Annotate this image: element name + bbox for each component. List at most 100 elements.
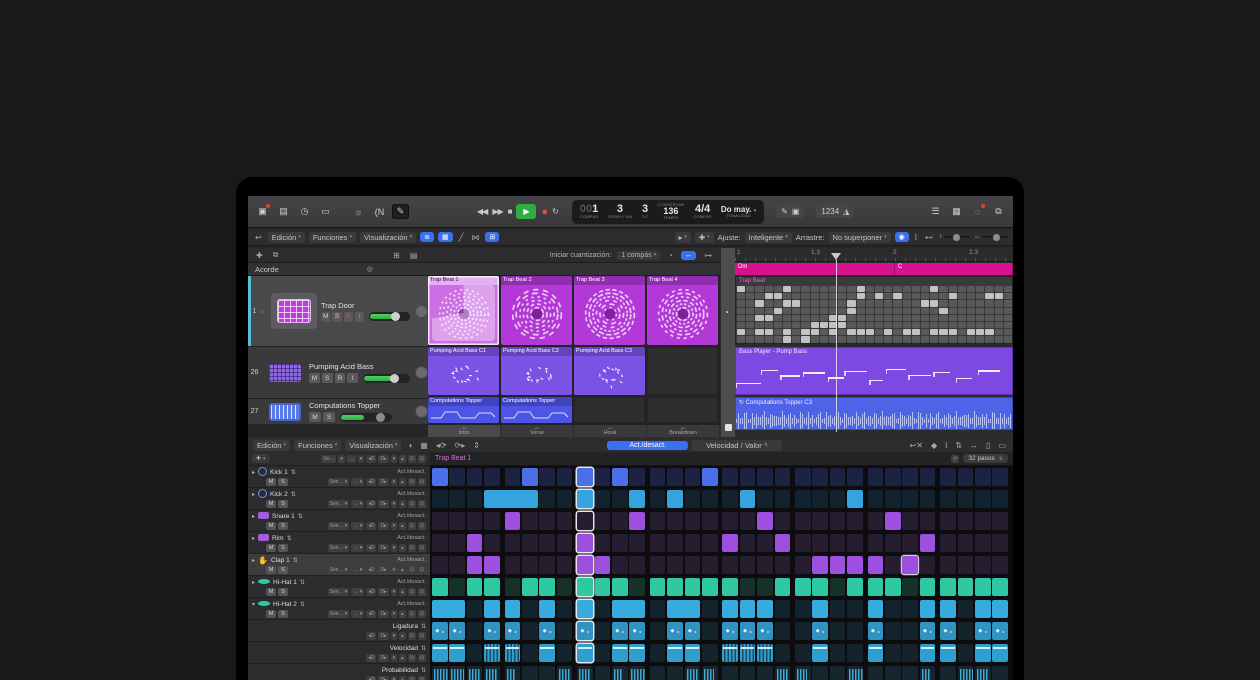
step-cell[interactable] [557,512,573,530]
subrow-stepper[interactable]: ⇅ [421,623,426,630]
step-cell[interactable] [432,666,448,680]
step-cell[interactable] [557,556,573,574]
step-cell[interactable] [992,556,1008,574]
step-cell[interactable] [467,468,483,486]
step-cell[interactable] [467,644,483,662]
seq-header-ctrl-8[interactable]: ⊡ [408,455,416,463]
step-cell[interactable] [812,512,828,530]
row-direction-select[interactable]: → ▾ [351,610,364,618]
step-cell[interactable]: ◆▸ [940,622,956,640]
step-cell[interactable] [885,468,901,486]
seq-header-ctrl-1[interactable]: ▾ [338,455,345,463]
step-cell[interactable] [449,666,465,680]
edit-mode-value-select[interactable]: Velocidad / Valor⇅ [692,440,782,451]
play-button[interactable]: ▶ [516,204,536,219]
step-cell[interactable] [958,666,974,680]
step-cell[interactable] [557,490,573,508]
step-cell[interactable] [958,468,974,486]
pointer-tool-chip[interactable]: ▸▾ [675,232,691,243]
step-cell[interactable] [740,556,756,574]
step-cell[interactable] [940,644,956,662]
track-header-computations-topper[interactable]: 27Computations TopperMS [248,399,428,425]
step-cell[interactable]: ◆▸ [577,622,593,640]
step-cell[interactable]: ◆▸ [505,622,521,640]
row-stepper[interactable]: ⇅ [287,535,292,542]
step-cell[interactable] [505,468,521,486]
step-cell[interactable] [557,534,573,552]
snap-select[interactable]: Inteligente▾ [745,232,792,243]
crosshair-tool-chip[interactable]: ✚▾ [695,232,714,243]
step-cell[interactable] [992,600,1008,618]
step-cell[interactable] [595,622,611,640]
row-solo-button[interactable]: S [278,522,288,530]
solo-button[interactable]: S [332,312,341,322]
step-cell[interactable] [484,534,500,552]
step-cell[interactable] [667,534,683,552]
step-cell[interactable]: ◆▸ [722,622,738,640]
seq-right-icon-4[interactable]: ↔ [968,441,980,450]
seq-menu-visualización[interactable]: Visualización▾ [345,440,401,451]
step-cell[interactable] [595,578,611,596]
row-disclosure[interactable]: ▸ [252,535,255,542]
step-cell[interactable] [432,556,448,574]
step-cell[interactable] [812,600,828,618]
step-cell[interactable] [902,578,918,596]
row-direction-select[interactable]: → ▾ [351,544,364,552]
subrow-ctrl-0[interactable]: ◂D [366,676,376,680]
row-ctrl-1[interactable]: D▸ [378,544,388,552]
region-trap-beat[interactable]: Trap Beat [735,276,1013,344]
edit-mode-on-button[interactable]: Act./desact. [607,441,688,450]
step-cell[interactable] [722,666,738,680]
step-cell[interactable] [432,512,448,530]
step-cell[interactable] [539,468,555,486]
row-ctrl-4[interactable]: ⊡ [408,478,416,486]
tuner-icon[interactable]: (N [371,204,388,219]
step-cell[interactable] [992,490,1008,508]
step-cell[interactable] [449,534,465,552]
seq-tool-icon-1[interactable]: ▦ [418,441,430,450]
mute-button[interactable]: M [309,373,320,383]
loop-icon[interactable]: ⟳ [951,455,959,463]
step-cell[interactable] [940,556,956,574]
step-cell[interactable] [975,600,991,618]
step-cell[interactable] [885,534,901,552]
subrow-ctrl-1[interactable]: D▸ [378,676,388,680]
step-cell[interactable] [830,468,846,486]
step-cell[interactable] [940,512,956,530]
duplicate-icon[interactable]: ⧉ [271,250,281,260]
row-solo-button[interactable]: S [278,478,288,486]
pan-knob[interactable] [415,366,428,379]
step-cell[interactable] [577,578,593,596]
row-disclosure[interactable]: ▸ [252,491,255,498]
step-cell[interactable] [757,600,773,618]
step-cell[interactable] [775,490,791,508]
undo-icon[interactable]: ↩ [253,233,264,242]
row-disclosure[interactable]: ▸ [252,513,255,520]
rewind-button[interactable]: ◀◀ [477,207,487,216]
record-button[interactable]: ● [541,206,547,218]
row-ctrl-0[interactable]: ◂D [366,610,376,618]
step-cell[interactable] [522,644,538,662]
loop-cell-pumping-acid-bass-c1[interactable]: Pumping Acid Bass C1 [428,347,499,395]
step-cell[interactable] [722,600,738,618]
loop-cell-pumping-acid-bass-c3[interactable]: Pumping Acid Bass C3 [574,347,645,395]
step-cell[interactable]: ◆▸ [612,622,628,640]
subrow-stepper[interactable]: ⇅ [421,645,426,652]
step-cell[interactable] [740,600,756,618]
step-cell[interactable] [577,490,593,508]
step-cell[interactable] [629,556,645,574]
box-icon[interactable]: ▣ [792,207,800,216]
row-ctrl-4[interactable]: ⊡ [408,566,416,574]
step-cell[interactable] [667,578,683,596]
step-cell[interactable] [920,556,936,574]
step-cell[interactable]: ◆▸ [975,622,991,640]
step-cell[interactable] [467,490,483,508]
step-cell[interactable] [847,622,863,640]
row-send-select[interactable]: Sen… ▾ [328,478,350,486]
step-cell[interactable] [868,644,884,662]
step-cell[interactable] [702,556,718,574]
step-cell[interactable] [505,600,521,618]
loop-cell-computations-topper[interactable]: Computations Topper [501,397,572,423]
step-cell[interactable] [940,468,956,486]
seq-row-kick-1[interactable]: ▸Kick 1⇅Act./desact.MSSen… ▾→ ▾◂DD▸▾▴⊡⊡ [248,466,430,488]
